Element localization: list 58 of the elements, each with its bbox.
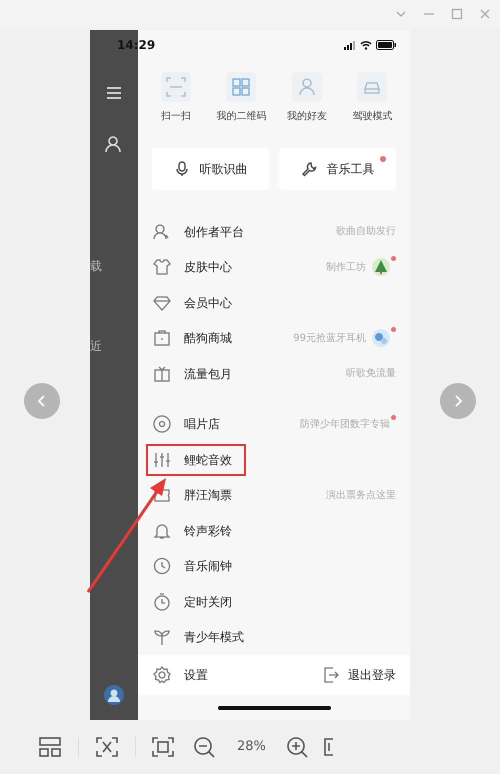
- menu-item[interactable]: 青少年模式: [184, 628, 244, 646]
- menu-item[interactable]: 音乐闹钟: [184, 557, 232, 576]
- menu-item[interactable]: 酷狗商城: [184, 329, 232, 348]
- microphone-icon: [174, 161, 190, 177]
- fit-icon[interactable]: [95, 736, 119, 758]
- gift-icon: [152, 364, 172, 384]
- previous-button[interactable]: [24, 383, 60, 419]
- qr-code-icon[interactable]: [226, 72, 256, 102]
- cut-label: 载: [90, 258, 102, 275]
- quick-action-label[interactable]: 驾驶模式: [352, 110, 392, 124]
- disc-icon: [152, 414, 172, 434]
- wifi-icon: [360, 40, 372, 50]
- scan-icon[interactable]: [160, 72, 191, 102]
- menu-item[interactable]: 铃声彩铃: [184, 522, 232, 540]
- layout-icon[interactable]: [38, 736, 62, 758]
- wrench-icon: [300, 161, 316, 177]
- shirt-icon: [152, 257, 172, 278]
- close-icon[interactable]: [478, 7, 492, 21]
- zoom-level: 28%: [237, 738, 266, 756]
- quick-action-label[interactable]: 扫一扫: [160, 110, 191, 124]
- zoom-out-icon[interactable]: [193, 736, 217, 758]
- bag-icon: [152, 328, 172, 348]
- avatar-icon[interactable]: [104, 685, 124, 705]
- quick-action-label[interactable]: 我的好友: [286, 110, 327, 124]
- menu-hint: 歌曲自助发行: [336, 224, 396, 240]
- zoom-in-icon[interactable]: [286, 736, 310, 758]
- menu-hint: 制作工坊: [326, 260, 366, 275]
- actual-size-icon[interactable]: [322, 736, 333, 758]
- settings-icon: [152, 665, 172, 685]
- maximize-icon[interactable]: [450, 7, 464, 21]
- menu-item[interactable]: 胖汪淘票: [184, 486, 232, 504]
- quick-action-label[interactable]: 我的二维码: [216, 110, 266, 124]
- menu-hint: 演出票务点这里: [326, 488, 396, 503]
- menu-item[interactable]: 创作者平台: [184, 222, 244, 241]
- signal-icon: [344, 40, 356, 50]
- menu-hint: 防弹少年团数字专辑: [300, 418, 390, 432]
- alarm-clock-icon: [152, 556, 172, 576]
- menu-item[interactable]: 定时关闭: [184, 592, 232, 611]
- person-icon[interactable]: [105, 135, 123, 153]
- next-button[interactable]: [440, 383, 476, 419]
- menu-item[interactable]: 会员中心: [184, 294, 232, 312]
- logout-button[interactable]: 退出登录: [348, 666, 396, 684]
- menu-item[interactable]: 皮肤中心: [184, 258, 232, 276]
- battery-icon: [376, 40, 396, 50]
- tool-card[interactable]: 音乐工具: [279, 148, 396, 190]
- settings-button[interactable]: 设置: [184, 666, 208, 684]
- cut-label: 近: [90, 338, 102, 355]
- exit-icon: [322, 666, 340, 684]
- menu-item[interactable]: 唱片店: [184, 415, 220, 434]
- timer-icon: [152, 592, 172, 612]
- tool-card[interactable]: 听歌识曲: [152, 148, 269, 190]
- menu-icon[interactable]: [105, 85, 123, 101]
- menu-item[interactable]: 鲤蛇音效: [184, 450, 232, 469]
- menu-hint: 听歌免流量: [346, 366, 396, 382]
- menu-hint: 99元抢蓝牙耳机: [293, 332, 366, 346]
- fullscreen-icon[interactable]: [151, 736, 175, 758]
- car-icon[interactable]: [357, 72, 388, 102]
- menu-item[interactable]: 流量包月: [184, 364, 232, 383]
